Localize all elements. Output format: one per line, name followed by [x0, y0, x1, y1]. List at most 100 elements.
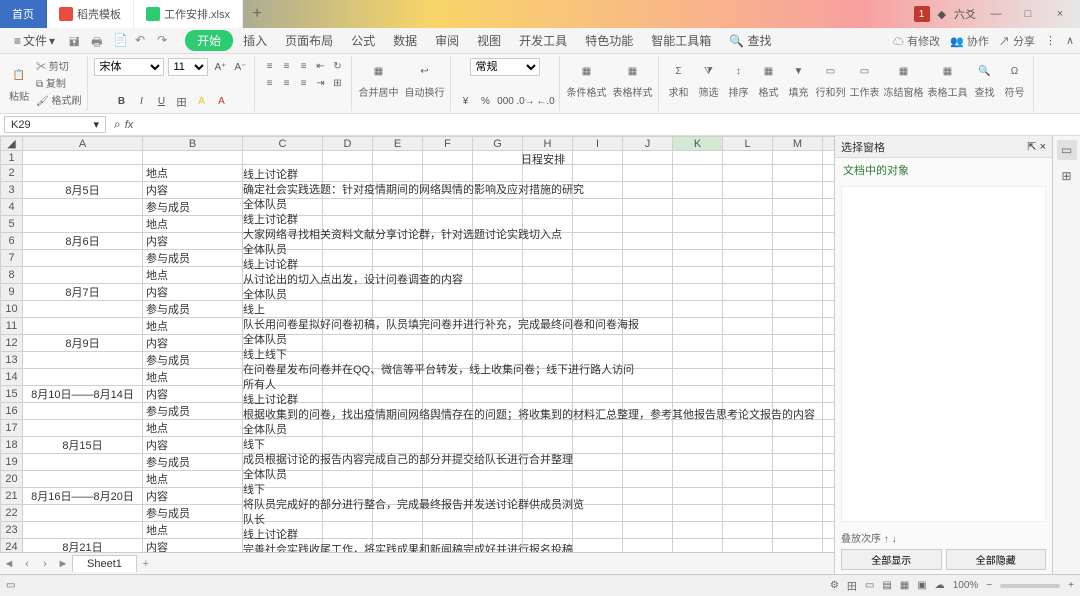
cell-F11[interactable] — [423, 318, 473, 335]
cell-G17[interactable] — [473, 420, 523, 437]
cell-F22[interactable] — [423, 505, 473, 522]
cell-L15[interactable] — [723, 386, 773, 403]
cell-M2[interactable] — [773, 165, 823, 182]
qa-preview-icon[interactable]: 📄 — [113, 33, 129, 49]
cell-D19[interactable] — [323, 454, 373, 471]
col-header-A[interactable]: A — [23, 137, 143, 151]
cell-K20[interactable] — [673, 471, 723, 488]
cell-C5[interactable] — [243, 216, 323, 233]
cell-A6[interactable]: 8月6日 — [23, 233, 143, 250]
cell-J21[interactable] — [623, 488, 673, 505]
cell-L5[interactable] — [723, 216, 773, 233]
cell-M18[interactable] — [773, 437, 823, 454]
minimize-button[interactable]: — — [984, 2, 1008, 26]
cell-M5[interactable] — [773, 216, 823, 233]
cell-A1[interactable] — [23, 151, 143, 165]
qa-redo-icon[interactable]: ↷ — [157, 33, 173, 49]
cell-C20[interactable] — [243, 471, 323, 488]
cell-E2[interactable] — [373, 165, 423, 182]
sort-icon[interactable]: ↕ — [725, 58, 751, 84]
cell-L24[interactable] — [723, 539, 773, 553]
cell-I6[interactable] — [573, 233, 623, 250]
cell-C12[interactable] — [243, 335, 323, 352]
row-header-15[interactable]: 15 — [1, 386, 23, 403]
cell-N24[interactable] — [823, 539, 835, 553]
row-header-18[interactable]: 18 — [1, 437, 23, 454]
cell-K12[interactable] — [673, 335, 723, 352]
symbol-icon[interactable]: Ω — [1001, 58, 1027, 84]
cell-I7[interactable] — [573, 250, 623, 267]
cell-J7[interactable] — [623, 250, 673, 267]
font-select[interactable]: 宋体 — [94, 58, 164, 76]
cell-A5[interactable] — [23, 216, 143, 233]
cell-C16[interactable] — [243, 403, 323, 420]
cell-D16[interactable] — [323, 403, 373, 420]
cell-L17[interactable] — [723, 420, 773, 437]
sheet-icon[interactable]: ▭ — [851, 58, 877, 84]
cell-A20[interactable] — [23, 471, 143, 488]
cell-C17[interactable] — [243, 420, 323, 437]
cell-D9[interactable] — [323, 284, 373, 301]
cell-N12[interactable] — [823, 335, 835, 352]
col-header-I[interactable]: I — [573, 137, 623, 151]
row-header-20[interactable]: 20 — [1, 471, 23, 488]
cell-D8[interactable] — [323, 267, 373, 284]
col-header-B[interactable]: B — [143, 137, 243, 151]
cell-H12[interactable] — [523, 335, 573, 352]
copy-button[interactable]: ⧉ 复制 — [36, 75, 81, 90]
inc-dec-icon[interactable]: .0→ — [517, 93, 533, 109]
col-header-D[interactable]: D — [323, 137, 373, 151]
cell-G8[interactable] — [473, 267, 523, 284]
cell-D24[interactable] — [323, 539, 373, 553]
cell-E14[interactable] — [373, 369, 423, 386]
col-header-E[interactable]: E — [373, 137, 423, 151]
cell-D15[interactable] — [323, 386, 373, 403]
cell-F20[interactable] — [423, 471, 473, 488]
cell-M22[interactable] — [773, 505, 823, 522]
cell-D5[interactable] — [323, 216, 373, 233]
cell-I17[interactable] — [573, 420, 623, 437]
align-tc-icon[interactable]: ≡ — [278, 58, 294, 74]
cell-H2[interactable] — [523, 165, 573, 182]
cell-K14[interactable] — [673, 369, 723, 386]
cell-L13[interactable] — [723, 352, 773, 369]
sheet-add-button[interactable]: + — [137, 558, 155, 570]
sheet-last-icon[interactable]: ► — [54, 558, 72, 570]
cell-N1[interactable] — [823, 151, 835, 165]
align-tr-icon[interactable]: ≡ — [295, 58, 311, 74]
cell-D14[interactable] — [323, 369, 373, 386]
cell-H9[interactable] — [523, 284, 573, 301]
cell-C11[interactable] — [243, 318, 323, 335]
expand-icon[interactable]: ∧ — [1066, 34, 1074, 47]
cell-I22[interactable] — [573, 505, 623, 522]
cell-N22[interactable] — [823, 505, 835, 522]
cell-B14[interactable]: 地点 — [143, 369, 243, 386]
cell-F17[interactable] — [423, 420, 473, 437]
cell-B24[interactable]: 内容 — [143, 539, 243, 553]
cell-I21[interactable] — [573, 488, 623, 505]
cell-B13[interactable]: 参与成员 — [143, 352, 243, 369]
tbltool-icon[interactable]: ▦ — [934, 58, 960, 84]
merge-icon[interactable]: ▦ — [365, 58, 391, 84]
size-select[interactable]: 11 — [168, 58, 208, 76]
cell-A21[interactable]: 8月16日——8月20日 — [23, 488, 143, 505]
cell-E13[interactable] — [373, 352, 423, 369]
cell-K9[interactable] — [673, 284, 723, 301]
qa-undo-icon[interactable]: ↶ — [135, 33, 151, 49]
cell-N18[interactable] — [823, 437, 835, 454]
cell-C2[interactable] — [243, 165, 323, 182]
cell-B19[interactable]: 参与成员 — [143, 454, 243, 471]
cell-F4[interactable] — [423, 199, 473, 216]
cell-M20[interactable] — [773, 471, 823, 488]
cell-M1[interactable] — [773, 151, 823, 165]
cell-L11[interactable] — [723, 318, 773, 335]
menu-ai[interactable]: 智能工具箱 — [643, 30, 719, 51]
cell-D3[interactable] — [323, 182, 373, 199]
cell-K2[interactable] — [673, 165, 723, 182]
cell-J11[interactable] — [623, 318, 673, 335]
cell-G15[interactable] — [473, 386, 523, 403]
cell-G7[interactable] — [473, 250, 523, 267]
row-header-21[interactable]: 21 — [1, 488, 23, 505]
cell-F1[interactable] — [423, 151, 473, 165]
cell-L2[interactable] — [723, 165, 773, 182]
